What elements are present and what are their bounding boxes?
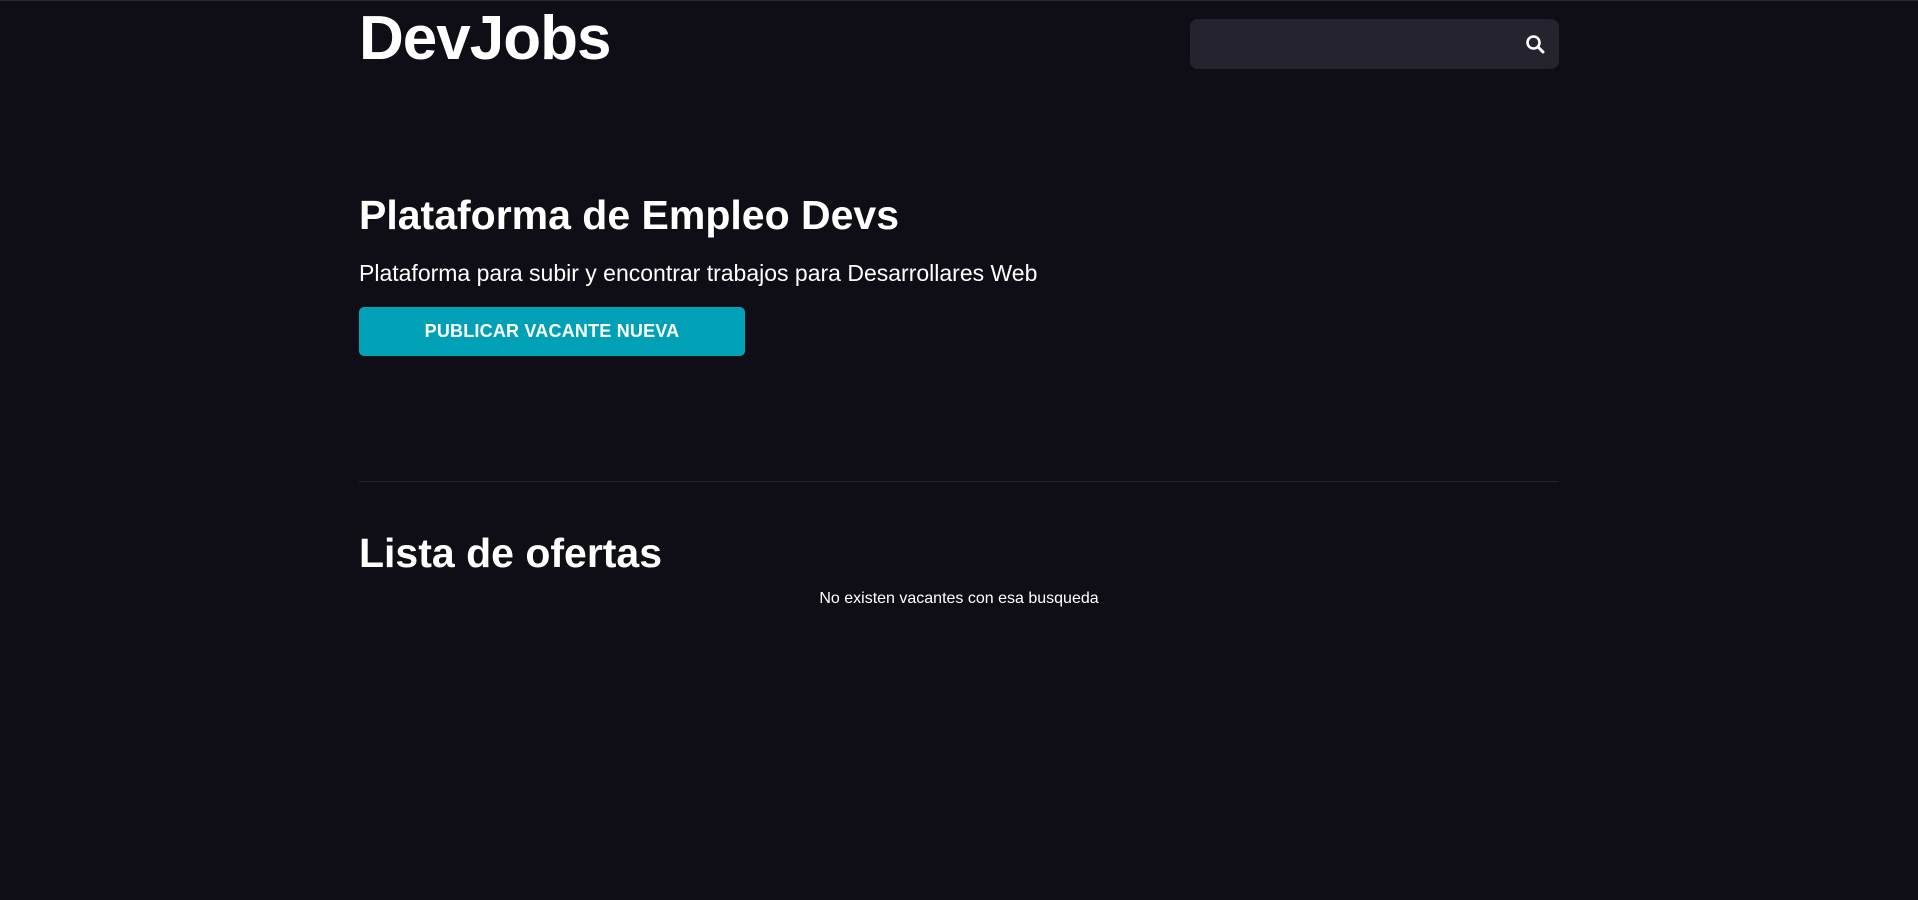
empty-state-message: No existen vacantes con esa busqueda (819, 590, 1099, 608)
hero-subtitle: Plataforma para subir y encontrar trabaj… (359, 260, 1038, 287)
offers-title: Lista de ofertas (359, 530, 663, 576)
site-header: DevJobs (359, 0, 1559, 90)
publish-vacancy-button[interactable]: PUBLICAR VACANTE NUEVA (359, 307, 745, 357)
logo[interactable]: DevJobs (359, 8, 611, 70)
search-input[interactable] (1190, 19, 1511, 69)
section-divider (359, 481, 1559, 482)
search-icon (1526, 35, 1545, 54)
hero-section: Plataforma de Empleo Devs Plataforma par… (359, 192, 1559, 357)
hero-title: Plataforma de Empleo Devs (359, 192, 900, 238)
page-container: DevJobs Plataforma de Empleo Devs Plataf… (359, 0, 1559, 607)
offers-section: Lista de ofertas No existen vacantes con… (359, 530, 1559, 608)
search-form (1190, 19, 1559, 69)
search-button[interactable] (1511, 19, 1559, 69)
